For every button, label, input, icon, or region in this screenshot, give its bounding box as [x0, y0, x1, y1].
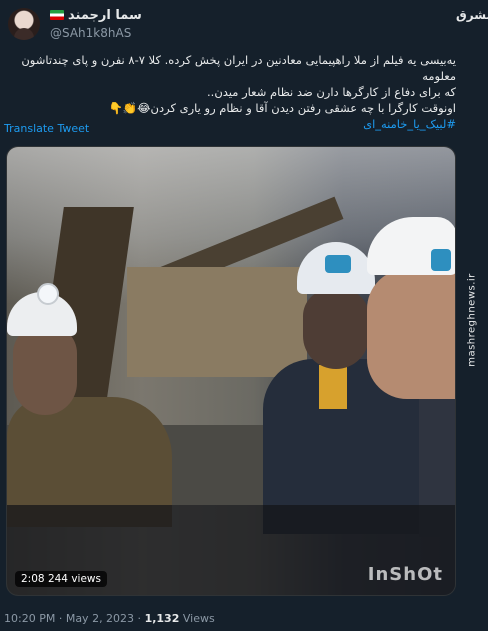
video-views: 244 views [47, 573, 101, 585]
helmet-lamp-icon [37, 283, 59, 305]
video-duration-badge: 2:08 244 views [15, 571, 107, 587]
user-handle[interactable]: @SAh1k8hAS [50, 26, 131, 40]
helmet-logo-icon [431, 249, 451, 271]
inshot-watermark: InShOt [367, 564, 443, 585]
display-name-text: سما ارجمند [68, 8, 142, 23]
tweet-text-line-1: یه‌بیسی یه فیلم از ملا راهپیمایی معادنین… [21, 53, 456, 83]
publisher-watermark: مشرق mashreghnews.ir [456, 0, 488, 631]
miner-right-face [367, 269, 455, 399]
miner-left-face [13, 325, 77, 415]
avatar-photo [14, 28, 34, 40]
display-name[interactable]: سما ارجمند [50, 8, 142, 23]
building [127, 267, 307, 377]
video-duration: 2:08 [21, 573, 45, 585]
tweet-metadata: 10:20 PM · May 2, 2023 · 1,132 Views [4, 612, 215, 625]
tweet-text-line-2: که برای دفاع از کارگرها دارن ضد نظام شعا… [207, 85, 456, 99]
miner-center-face [303, 289, 369, 369]
publisher-url: mashreghnews.ir [466, 273, 478, 367]
tweet-text-line-3: اونوقت کارگرا با چه عشقی رفتن دیدن آقا و… [108, 101, 456, 115]
tweet-text: یه‌بیسی یه فیلم از ملا راهپیمایی معادنین… [8, 52, 456, 132]
miner-center-collar [319, 365, 347, 409]
publisher-logo: مشرق [456, 8, 488, 22]
iran-flag-icon [50, 10, 64, 20]
views-label: Views [182, 612, 215, 625]
views-count: 1,132 [144, 612, 180, 625]
avatar[interactable] [8, 8, 40, 40]
video-frame [7, 147, 455, 595]
helmet-logo-icon [325, 255, 351, 273]
video-player[interactable]: InShOt 2:08 244 views [6, 146, 456, 596]
tweet-time[interactable]: 10:20 PM [4, 612, 55, 625]
tweet-date[interactable]: May 2, 2023 [66, 612, 134, 625]
translate-tweet-link[interactable]: Translate Tweet [4, 122, 89, 135]
tweet-header: سما ارجمند @SAh1k8hAS [0, 6, 488, 46]
